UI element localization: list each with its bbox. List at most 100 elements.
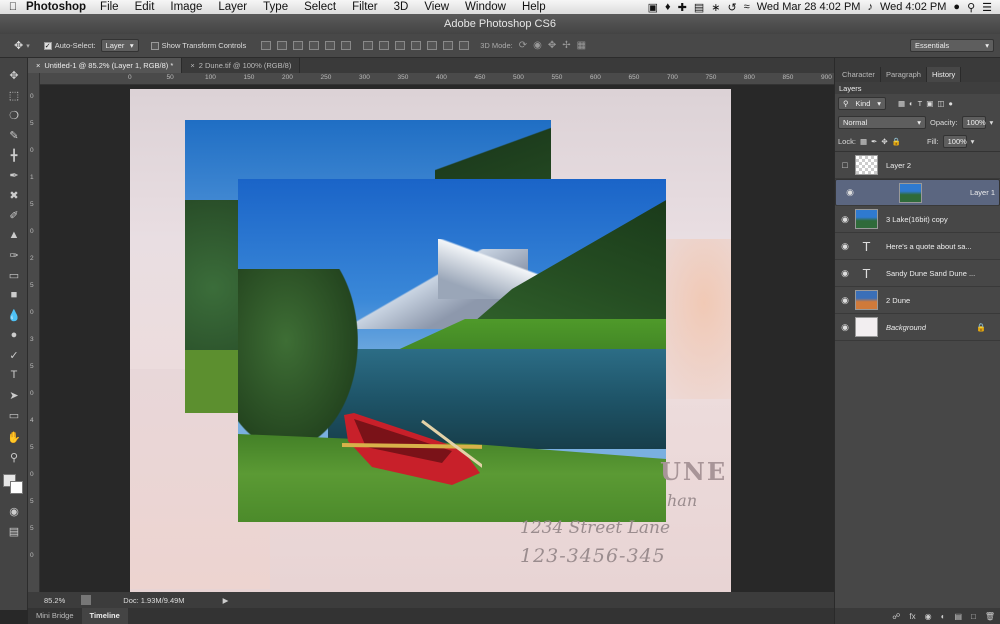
roll-icon[interactable]: ◉ [533, 40, 542, 51]
blend-mode-dropdown[interactable]: Normal ▾ [838, 116, 926, 129]
eye-icon[interactable]: ◉ [835, 241, 855, 252]
menu-filter[interactable]: Filter [352, 1, 378, 13]
pen-tool-icon[interactable]: ✓ [4, 346, 24, 364]
background-color-swatch[interactable] [10, 481, 23, 494]
new-layer-icon[interactable]: □ [971, 612, 976, 621]
tab-character[interactable]: Character [837, 67, 881, 82]
layer-name[interactable]: Here's a quote about sa... [886, 242, 972, 251]
type-tool-icon[interactable]: T [4, 366, 24, 384]
layer-row-quote-text[interactable]: ◉ T Here's a quote about sa... [835, 233, 1000, 260]
distribute-bottom-icon[interactable] [395, 41, 406, 50]
layers-panel-title[interactable]: Layers [839, 84, 862, 93]
plus-icon[interactable]: ✚ [678, 1, 687, 14]
auto-select-checkbox[interactable]: ✓ Auto-Select: [43, 41, 96, 50]
menu-help[interactable]: Help [522, 1, 546, 13]
close-icon[interactable]: × [36, 61, 40, 70]
distribute-left-icon[interactable] [411, 41, 422, 50]
menu-image[interactable]: Image [170, 1, 202, 13]
status-menu-arrow-icon[interactable]: ▶ [223, 596, 229, 605]
orbit-icon[interactable]: ⟳ [519, 40, 527, 51]
scale-3d-icon[interactable]: ▦ [577, 40, 586, 51]
auto-select-dropdown[interactable]: Layer ▾ [100, 39, 139, 52]
lasso-tool-icon[interactable]: ❍ [4, 106, 24, 124]
spotlight-icon[interactable]: ⚲ [967, 1, 975, 14]
opacity-arrow-icon[interactable]: ▾ [990, 118, 994, 127]
layer-name[interactable]: Background [886, 323, 926, 332]
dropbox-icon[interactable]: ♦ [665, 1, 671, 13]
layer-name[interactable]: 2 Dune [886, 296, 910, 305]
tab-untitled-1[interactable]: × Untitled-1 @ 85.2% (Layer 1, RGB/8) * [28, 58, 183, 73]
lock-position-icon[interactable]: ✥ [881, 137, 887, 146]
marquee-tool-icon[interactable]: ⬚ [4, 86, 24, 104]
eye-icon[interactable]: ◉ [835, 214, 855, 225]
lock-all-icon[interactable]: 🔒 [892, 137, 901, 146]
tab-2-dune[interactable]: × 2 Dune.tif @ 100% (RGB/8) [182, 58, 301, 73]
menu-select[interactable]: Select [304, 1, 336, 13]
show-transform-checkbox[interactable]: Show Transform Controls [150, 41, 246, 50]
layer-name[interactable]: Layer 1 [970, 188, 995, 197]
tab-mini-bridge[interactable]: Mini Bridge [28, 608, 82, 624]
distribute-right-icon[interactable] [443, 41, 454, 50]
time-machine-icon[interactable]: ↺ [727, 1, 736, 14]
notification-icon[interactable]: ▣ [648, 1, 658, 14]
move-tool-icon[interactable]: ✥ [4, 66, 24, 84]
align-top-icon[interactable] [261, 41, 272, 50]
eye-icon[interactable]: ◉ [835, 322, 855, 333]
lock-transparent-icon[interactable]: ▦ [860, 137, 867, 146]
pan-3d-icon[interactable]: ✥ [548, 40, 556, 51]
menu-window[interactable]: Window [465, 1, 506, 13]
layer-name[interactable]: 3 Lake(16bit) copy [886, 215, 948, 224]
fill-arrow-icon[interactable]: ▾ [971, 137, 975, 146]
align-hcenter-icon[interactable] [325, 41, 336, 50]
menu-layer[interactable]: Layer [218, 1, 247, 13]
align-bottom-icon[interactable] [293, 41, 304, 50]
gradient-tool-icon[interactable]: ■ [4, 286, 24, 304]
tab-history[interactable]: History [926, 67, 962, 82]
menu-clock-2[interactable]: Wed 4:02 PM [880, 1, 946, 13]
layer-name[interactable]: Sandy Dune Sand Dune ... [886, 269, 975, 278]
distribute-vcenter-icon[interactable] [379, 41, 390, 50]
share-icon[interactable] [81, 595, 92, 605]
zoom-tool-icon[interactable]: ⚲ [4, 448, 24, 466]
eye-icon[interactable]: ◉ [840, 187, 860, 198]
eye-icon[interactable]: ◉ [835, 268, 855, 279]
menu-type[interactable]: Type [263, 1, 288, 13]
pixel-filter-icon[interactable]: ▦ [898, 99, 905, 108]
opacity-field[interactable]: 100% [961, 116, 986, 129]
add-mask-icon[interactable]: ◉ [925, 612, 932, 621]
volume-icon[interactable]: ♪ [867, 1, 873, 13]
quick-select-tool-icon[interactable]: ✎ [4, 126, 24, 144]
menu-clock[interactable]: Wed Mar 28 4:02 PM [757, 1, 861, 13]
canvas-area[interactable]: UNE han 1234 Street Lane 123-3456-345 [40, 85, 834, 592]
layer-row-background[interactable]: ◉ Background 🔒 [835, 314, 1000, 341]
align-vcenter-icon[interactable] [277, 41, 288, 50]
quick-mask-icon[interactable]: ◉ [4, 502, 24, 520]
user-icon[interactable]: ● [953, 1, 960, 13]
link-layers-icon[interactable]: ☍ [892, 612, 900, 621]
list-icon[interactable]: ☰ [982, 1, 992, 14]
filter-toggle-icon[interactable]: ● [948, 99, 953, 108]
visibility-off-icon[interactable]: □ [835, 160, 855, 170]
fill-field[interactable]: 100% [942, 135, 967, 148]
shape-filter-icon[interactable]: ▣ [926, 99, 933, 108]
app-menu[interactable]: Photoshop [26, 1, 86, 13]
bluetooth-icon[interactable]: ∗ [711, 1, 720, 14]
layer-row-layer-1[interactable]: ◉ Layer 1 [835, 179, 1000, 206]
tab-timeline[interactable]: Timeline [81, 608, 128, 624]
smart-object-filter-icon[interactable]: ◫ [937, 99, 944, 108]
crop-tool-icon[interactable]: ╋ [4, 146, 24, 164]
monitor-icon[interactable]: ▤ [694, 1, 704, 14]
healing-brush-tool-icon[interactable]: ✖ [4, 186, 24, 204]
delete-layer-icon[interactable]: 🗑 [985, 612, 995, 621]
blur-tool-icon[interactable]: 💧 [4, 306, 24, 324]
path-selection-tool-icon[interactable]: ➤ [4, 386, 24, 404]
close-icon[interactable]: × [190, 61, 194, 70]
apple-menu-icon[interactable]:  [0, 1, 26, 13]
dodge-tool-icon[interactable]: ● [4, 326, 24, 344]
menu-file[interactable]: File [100, 1, 119, 13]
distribute-hcenter-icon[interactable] [427, 41, 438, 50]
auto-align-icon[interactable] [459, 41, 470, 50]
tool-preset-dropdown[interactable]: ▾ [26, 42, 30, 50]
layer-row-sandy-dune-text[interactable]: ◉ T Sandy Dune Sand Dune ... [835, 260, 1000, 287]
new-group-icon[interactable]: ▤ [954, 612, 962, 621]
